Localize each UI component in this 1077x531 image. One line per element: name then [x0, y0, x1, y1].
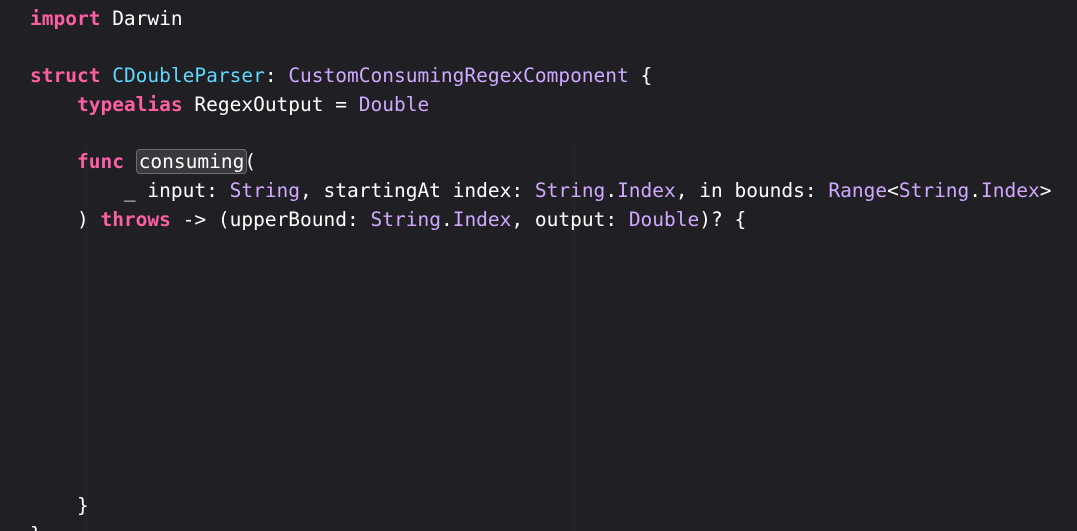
code-token: struct	[30, 64, 101, 88]
code-token: String	[370, 207, 441, 231]
code-token: RegexOutput =	[182, 92, 359, 116]
code-token: throws	[100, 207, 171, 231]
code-token: :	[264, 64, 289, 88]
code-token: .	[969, 178, 982, 202]
code-token: import	[30, 7, 101, 30]
code-token: <	[887, 178, 899, 202]
code-line[interactable]: ) throws -> (upperBound: String.Index, o…	[30, 208, 746, 232]
code-line[interactable]: typealias RegexOutput = Double	[30, 93, 429, 117]
code-token: func	[76, 150, 124, 174]
code-token: .	[605, 178, 618, 202]
code-line[interactable]: }	[30, 494, 89, 518]
code-token: CDoubleParser	[112, 64, 265, 88]
code-token: }	[30, 523, 42, 531]
code-token: Range	[828, 178, 888, 202]
code-token: {	[628, 64, 653, 88]
code-token: , output:	[511, 207, 629, 231]
code-line[interactable]: func consuming(	[30, 149, 257, 175]
code-token: >	[1039, 178, 1052, 202]
code-token: )	[30, 207, 101, 231]
code-token: _ input:	[30, 178, 230, 202]
code-token: (	[244, 150, 257, 174]
code-line[interactable]: import Darwin	[30, 7, 183, 31]
code-token: typealias	[76, 92, 183, 116]
code-token: Darwin	[100, 7, 183, 30]
code-token: String	[229, 178, 301, 202]
code-line[interactable]: struct CDoubleParser: CustomConsumingReg…	[30, 64, 652, 88]
code-editor[interactable]: import Darwin struct CDoubleParser: Custo…	[0, 0, 1077, 531]
code-token: String	[534, 178, 606, 202]
code-token: Double	[358, 92, 430, 116]
code-token: , startingAt index:	[300, 178, 535, 202]
code-token: String	[898, 178, 970, 202]
code-token: CustomConsumingRegexComponent	[288, 64, 629, 88]
code-token: )? {	[699, 207, 747, 231]
code-token: Index	[617, 178, 676, 202]
code-line[interactable]: }	[30, 523, 42, 531]
code-line[interactable]: _ input: String, startingAt index: Strin…	[30, 179, 1052, 203]
code-token: }	[30, 494, 89, 518]
code-token: , in bounds:	[675, 178, 829, 202]
code-token: Double	[628, 207, 700, 231]
code-token: Index	[452, 207, 512, 231]
highlighted-token: consuming	[135, 149, 248, 175]
code-token: Index	[981, 178, 1040, 202]
code-token: .	[440, 207, 453, 231]
code-token: -> (upperBound:	[170, 207, 371, 231]
